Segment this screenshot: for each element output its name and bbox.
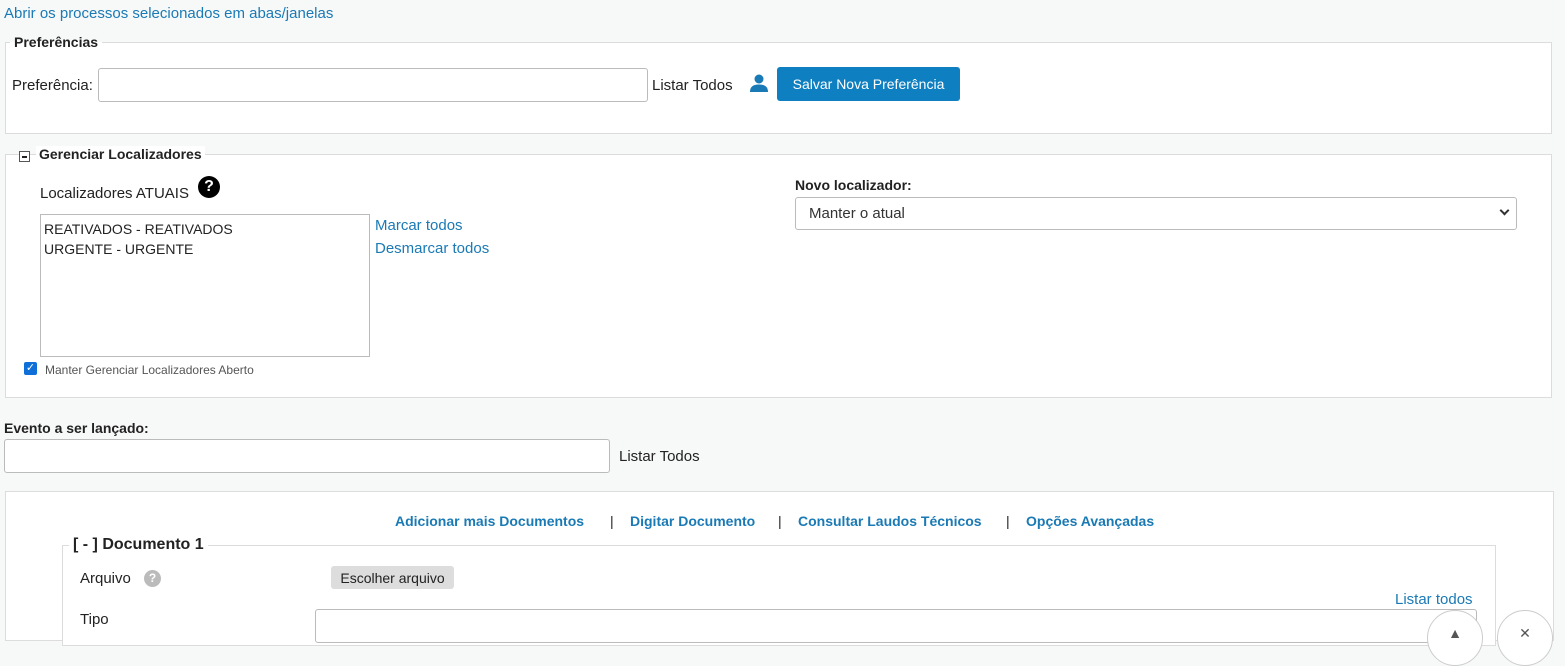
advanced-options-link[interactable]: Opções Avançadas xyxy=(1026,513,1154,529)
keep-open-checkbox[interactable]: ✓ xyxy=(24,362,37,375)
locators-title: Gerenciar Localizadores xyxy=(36,146,205,162)
list-item[interactable]: REATIVADOS - REATIVADOS xyxy=(44,219,366,239)
type-list-all-link[interactable]: Listar todos xyxy=(1395,591,1473,608)
type-input[interactable] xyxy=(315,609,1477,643)
save-new-preference-button[interactable]: Salvar Nova Preferência xyxy=(777,67,960,101)
type-document-link[interactable]: Digitar Documento xyxy=(630,513,755,529)
type-label: Tipo xyxy=(80,611,109,628)
add-documents-link[interactable]: Adicionar mais Documentos xyxy=(395,513,584,529)
help-icon[interactable]: ? xyxy=(198,176,220,198)
open-selected-processes-link[interactable]: Abrir os processos selecionados em abas/… xyxy=(4,5,333,22)
document-1-legend[interactable]: [ - ] Documento 1 xyxy=(69,536,208,554)
list-item[interactable]: URGENTE - URGENTE xyxy=(44,239,366,259)
separator: | xyxy=(610,513,614,529)
preferences-legend: Preferências xyxy=(14,34,99,50)
select-all-link[interactable]: Marcar todos xyxy=(375,217,463,234)
technical-reports-link[interactable]: Consultar Laudos Técnicos xyxy=(798,513,982,529)
preference-input[interactable] xyxy=(98,68,648,102)
event-list-all-link[interactable]: Listar Todos xyxy=(619,448,700,465)
preference-label: Preferência: xyxy=(12,77,93,94)
close-float-button[interactable]: ✕ xyxy=(1497,610,1553,666)
user-icon[interactable] xyxy=(749,73,769,93)
chevron-down-icon xyxy=(1499,205,1510,216)
collapse-minus-icon[interactable] xyxy=(19,151,30,162)
new-locator-label: Novo localizador: xyxy=(795,177,912,193)
keep-open-label: Manter Gerenciar Localizadores Aberto xyxy=(45,363,254,377)
event-input[interactable] xyxy=(4,439,610,473)
chevron-up-icon: ▲ xyxy=(1448,625,1462,641)
deselect-all-link[interactable]: Desmarcar todos xyxy=(375,240,489,257)
current-locators-list[interactable]: REATIVADOS - REATIVADOS URGENTE - URGENT… xyxy=(40,214,370,357)
current-locators-label: Localizadores ATUAIS xyxy=(40,185,189,202)
help-icon[interactable]: ? xyxy=(144,570,161,587)
close-icon: ✕ xyxy=(1519,625,1531,641)
scroll-up-button[interactable]: ▲ xyxy=(1427,610,1483,666)
new-locator-select[interactable]: Manter o atual xyxy=(795,197,1517,230)
file-label: Arquivo xyxy=(80,570,131,587)
separator: | xyxy=(778,513,782,529)
preference-list-all-link[interactable]: Listar Todos xyxy=(652,77,733,94)
separator: | xyxy=(1006,513,1010,529)
new-locator-selected-value: Manter o atual xyxy=(809,205,905,222)
event-label: Evento a ser lançado: xyxy=(4,420,149,436)
choose-file-button[interactable]: Escolher arquivo xyxy=(331,566,454,589)
